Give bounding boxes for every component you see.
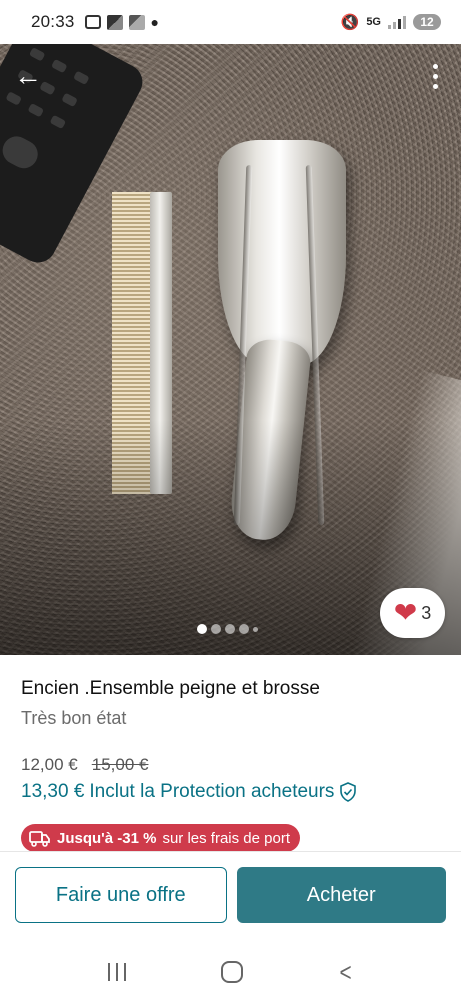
shield-check-icon <box>340 782 357 802</box>
carousel-dot[interactable] <box>239 624 249 634</box>
mute-icon: 🔇 <box>340 14 360 31</box>
favorite-count: 3 <box>421 602 432 623</box>
item-details: Encien .Ensemble peigne et brosse Très b… <box>21 677 446 803</box>
home-icon[interactable] <box>220 961 243 983</box>
battery-badge: 12 <box>413 14 441 30</box>
truck-icon <box>29 831 50 847</box>
carousel-dot[interactable] <box>225 624 235 634</box>
back-arrow-icon[interactable]: ← <box>10 58 46 94</box>
favorite-button[interactable]: ❤ 3 <box>380 588 445 638</box>
carousel-dot-more <box>253 626 258 632</box>
item-condition: Très bon état <box>21 708 127 728</box>
carousel-dot[interactable] <box>211 624 221 634</box>
network-type: 5G <box>366 16 381 28</box>
item-photo[interactable] <box>0 0 461 655</box>
total-price: 13,30 € <box>21 781 85 802</box>
screenshot-icon <box>84 15 101 29</box>
system-back-icon[interactable]: < <box>340 957 352 988</box>
more-options-icon[interactable] <box>425 58 445 94</box>
make-offer-button[interactable]: Faire une offre <box>15 867 227 923</box>
promo-text: sur les frais de port <box>162 829 290 847</box>
promo-discount: Jusqu'à -31 % <box>57 829 157 847</box>
total-price-row[interactable]: 13,30 € Inclut la Protection acheteurs <box>21 781 446 803</box>
buy-button[interactable]: Acheter <box>236 867 446 923</box>
status-bar: 20:33 ● 🔇 5G 12 <box>0 0 461 44</box>
item-old-price: 15,00 € <box>91 755 149 774</box>
status-system-icons: 🔇 5G 12 <box>341 13 441 31</box>
buyer-protection-label: Inclut la Protection acheteurs <box>89 781 335 802</box>
item-price: 12,00 € <box>21 755 78 774</box>
item-title: Encien .Ensemble peigne et brosse <box>21 678 320 699</box>
gallery-icon <box>106 14 123 30</box>
recents-icon[interactable] <box>107 963 126 981</box>
app-notification-icon <box>128 14 145 30</box>
carousel-indicator <box>197 624 258 634</box>
action-bar: Faire une offre Acheter <box>15 867 446 923</box>
more-notifications-icon: ● <box>150 14 160 30</box>
carousel-dot-active[interactable] <box>197 624 207 634</box>
signal-icon <box>388 15 406 29</box>
heart-icon: ❤ <box>393 597 418 628</box>
price-row: 12,00 € 15,00 € <box>21 755 446 775</box>
status-time: 20:33 <box>31 12 75 31</box>
shipping-discount-badge[interactable]: Jusqu'à -31 % sur les frais de port <box>21 824 300 852</box>
system-navigation-bar: < <box>0 944 461 1000</box>
status-notification-icons: ● <box>84 14 160 30</box>
divider <box>0 851 461 852</box>
